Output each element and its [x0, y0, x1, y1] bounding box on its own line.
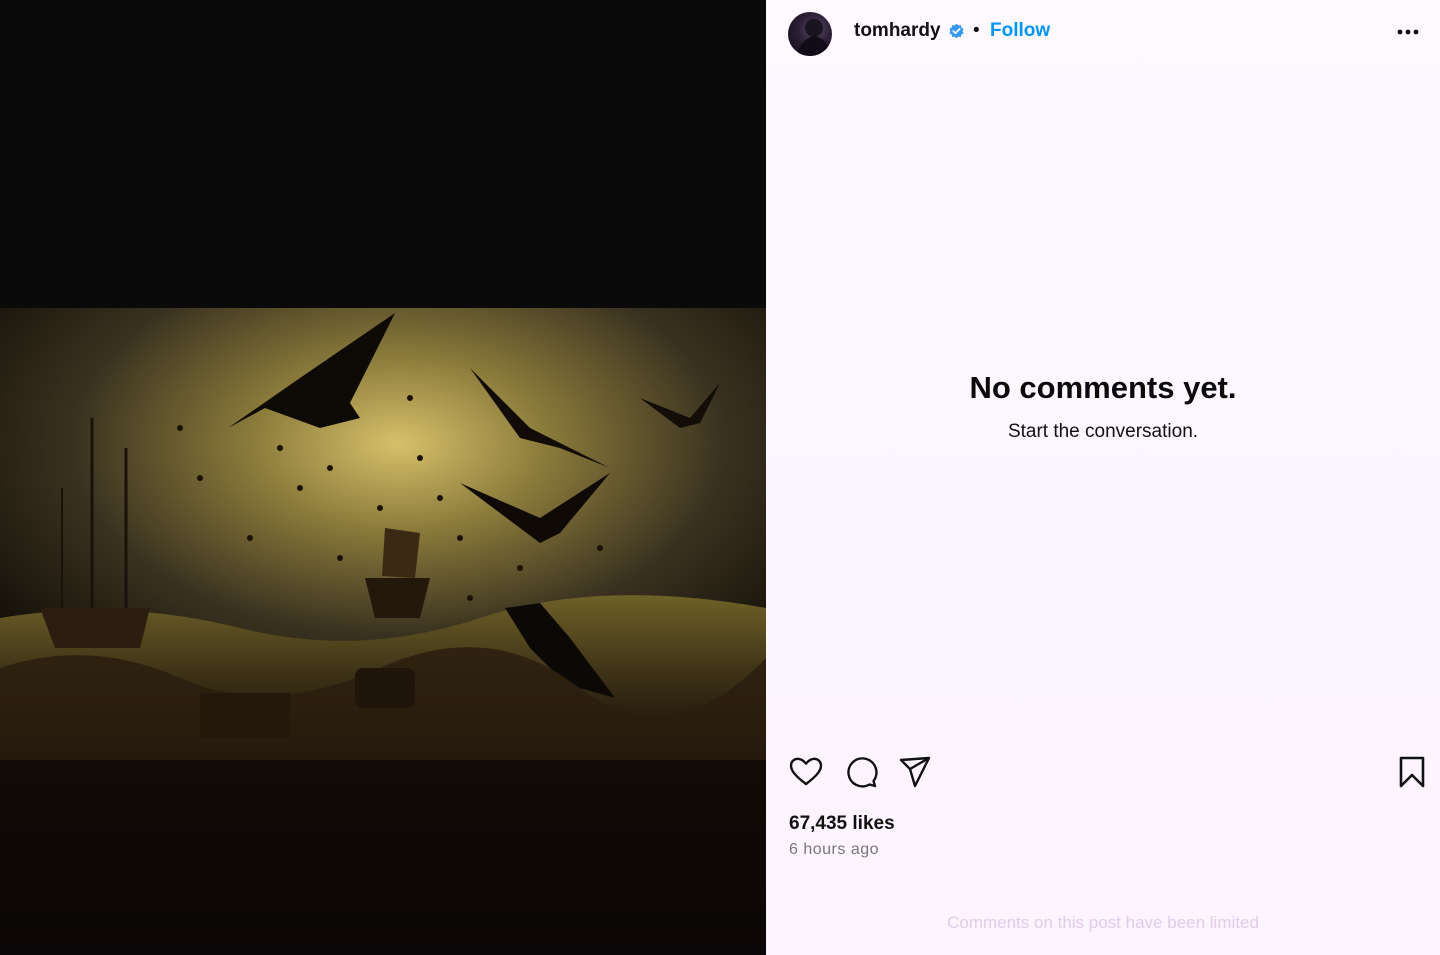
avatar[interactable]: [788, 12, 832, 56]
verified-badge-icon: [948, 23, 965, 40]
no-comments-title: No comments yet.: [969, 370, 1237, 405]
comment-icon[interactable]: [843, 754, 879, 790]
post-media[interactable]: [0, 0, 766, 955]
no-comments-subtitle: Start the conversation.: [1007, 421, 1199, 442]
bookmark-icon[interactable]: [1394, 754, 1430, 790]
follow-button[interactable]: Follow: [990, 20, 1050, 42]
comments-limited-notice: Comments on this post have been limited: [947, 913, 1259, 932]
post-timestamp[interactable]: 6 hours ago: [789, 841, 879, 859]
post-header: tomhardy • Follow: [766, 0, 1440, 64]
media-letterbox-bottom: [0, 760, 766, 955]
post-image[interactable]: [0, 308, 766, 760]
more-options-icon[interactable]: [1394, 20, 1424, 44]
username[interactable]: tomhardy: [854, 20, 941, 42]
heart-icon[interactable]: [788, 754, 824, 790]
share-icon[interactable]: [897, 754, 933, 790]
likes-count[interactable]: 67,435 likes: [789, 813, 895, 835]
separator-dot: •: [973, 20, 980, 41]
post-actions-bar: [766, 754, 1440, 794]
avatar-image: [796, 19, 832, 56]
post-side-panel: tomhardy • Follow No comments yet. Start…: [766, 0, 1440, 955]
media-letterbox-top: [0, 0, 766, 308]
